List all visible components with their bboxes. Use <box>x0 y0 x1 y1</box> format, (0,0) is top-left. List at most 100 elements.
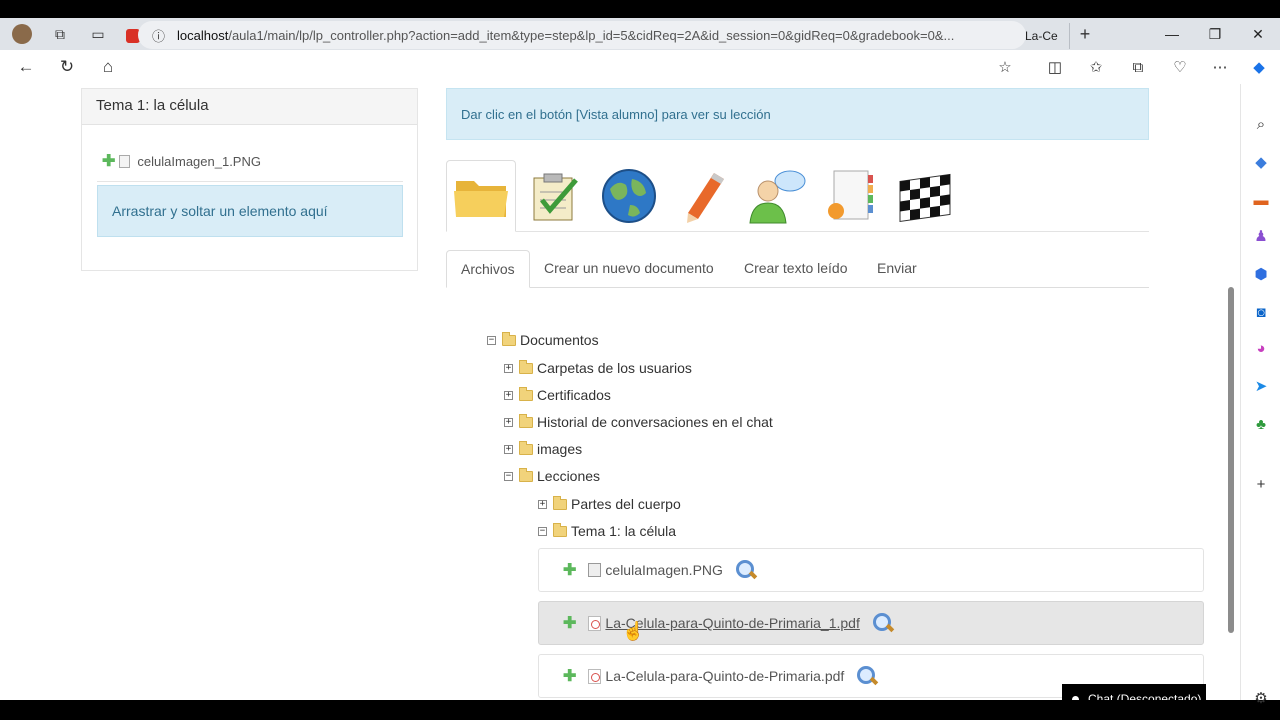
drop-zone[interactable]: Arrastrar y soltar un elemento aquí <box>97 185 403 237</box>
tree-node-images[interactable]: + images <box>504 439 582 459</box>
new-tab-button[interactable]: + <box>1070 24 1100 45</box>
file-name[interactable]: celulaImagen.PNG <box>605 562 723 578</box>
preview-magnifier-icon[interactable] <box>735 559 757 581</box>
scrollbar-thumb[interactable] <box>1228 287 1234 633</box>
file-item[interactable]: ✚ celulaImagen.PNG <box>538 548 1204 592</box>
back-button[interactable]: ← <box>8 52 44 82</box>
folder-icon <box>519 359 533 374</box>
preview-magnifier-icon[interactable] <box>856 665 878 687</box>
designer-icon[interactable]: ◕ <box>1251 338 1271 358</box>
assignments-button[interactable] <box>668 160 738 232</box>
folder-icon <box>553 495 567 510</box>
minimize-button[interactable]: — <box>1150 18 1194 50</box>
tree-node-carpetas[interactable]: + Carpetas de los usuarios <box>504 358 692 378</box>
add-to-lp-icon[interactable]: ✚ <box>563 613 576 633</box>
add-to-lp-icon[interactable]: ✚ <box>563 560 576 580</box>
url-host: localhost <box>177 27 229 43</box>
tree-node-partes-cuerpo[interactable]: + Partes del cuerpo <box>538 494 681 514</box>
edge-sidebar: ⌕ ◆ ▬ ♟ ⬢ ◙ ◕ ➤ ♣ + ⚙ <box>1240 84 1280 707</box>
outlook-icon[interactable]: ◙ <box>1251 302 1271 322</box>
browser-essentials-icon[interactable]: ♡ <box>1165 52 1195 82</box>
collapse-icon[interactable]: − <box>504 471 513 481</box>
copilot-icon[interactable]: ◆ <box>1244 52 1274 82</box>
tree-node-label: Lecciones <box>537 468 601 484</box>
tab-actions-icon[interactable]: ▭ <box>76 26 120 43</box>
home-button[interactable]: ⌂ <box>90 52 126 82</box>
games-icon[interactable]: ♟ <box>1251 226 1271 246</box>
tree-node-certificados[interactable]: + Certificados <box>504 385 611 405</box>
page-content: Tema 1: la célula ✚ celulaImagen_1.PNG A… <box>0 88 1238 700</box>
shopping-tag-icon[interactable]: ◆ <box>1251 152 1271 172</box>
folder-icon <box>519 386 533 401</box>
m365-icon[interactable]: ⬢ <box>1251 264 1271 284</box>
more-menu-icon[interactable]: ⋯ <box>1205 52 1235 82</box>
settings-gear-icon[interactable]: ⚙ <box>1251 688 1271 708</box>
document-tabs: Archivos Crear un nuevo documento Crear … <box>446 250 1149 288</box>
preview-magnifier-icon[interactable] <box>872 612 894 634</box>
close-window-button[interactable]: ✕ <box>1236 18 1280 50</box>
hand-cursor-icon: ☝ <box>622 621 645 641</box>
search-icon[interactable]: ⌕ <box>1251 114 1271 134</box>
expand-icon[interactable]: + <box>504 444 513 454</box>
links-button[interactable] <box>594 160 664 232</box>
page-scrollbar[interactable] <box>1225 102 1237 700</box>
document-star-icon <box>828 170 873 220</box>
tree-node-tema-1[interactable]: − Tema 1: la célula <box>538 521 676 541</box>
lp-outline-panel: Tema 1: la célula ✚ celulaImagen_1.PNG A… <box>81 88 418 271</box>
profile-avatar[interactable] <box>0 18 44 50</box>
folder-icon <box>519 413 533 428</box>
status-dot-icon <box>1072 695 1079 700</box>
user-chat-icon <box>749 170 806 224</box>
globe-icon <box>602 169 656 223</box>
tree-node-label: Historial de conversaciones en el chat <box>537 414 773 430</box>
favorite-star-icon[interactable]: ☆ <box>990 52 1020 82</box>
collections-icon[interactable]: ⧉ <box>1123 52 1153 82</box>
add-sidebar-icon[interactable]: + <box>1251 474 1271 494</box>
file-name[interactable]: La-Celula-para-Quinto-de-Primaria.pdf <box>605 668 844 684</box>
quiz-button[interactable] <box>816 160 886 232</box>
split-screen-icon[interactable]: ◫ <box>1040 52 1070 82</box>
tree-node-label: Carpetas de los usuarios <box>537 360 692 376</box>
tree-node-label: Certificados <box>537 387 611 403</box>
url-field[interactable]: ⓘ localhost/aula1/main/lp/lp_controller.… <box>138 21 1026 49</box>
tree-icon[interactable]: ♣ <box>1251 414 1271 434</box>
workspaces-icon[interactable]: ⧉ <box>44 26 76 43</box>
send-icon[interactable]: ➤ <box>1251 376 1271 396</box>
expand-icon[interactable]: + <box>504 417 513 427</box>
finish-button[interactable] <box>890 160 960 232</box>
favorites-icon[interactable]: ✩ <box>1081 52 1111 82</box>
chat-widget[interactable]: Chat (Desconectado) <box>1062 684 1206 700</box>
expand-icon[interactable]: + <box>504 363 513 373</box>
image-file-icon <box>588 563 602 577</box>
expand-icon[interactable]: + <box>504 390 513 400</box>
reload-button[interactable]: ↻ <box>49 52 85 82</box>
tree-node-label: Partes del cuerpo <box>571 496 681 512</box>
tree-node-documentos[interactable]: − Documentos <box>487 330 599 350</box>
collapse-icon[interactable]: − <box>538 526 547 536</box>
info-icon[interactable]: ⓘ <box>152 26 165 45</box>
outline-item-label: celulaImagen_1.PNG <box>137 153 261 169</box>
add-to-lp-icon[interactable]: ✚ <box>563 666 576 686</box>
tab-archivos[interactable]: Archivos <box>446 250 530 288</box>
tab-crear-documento[interactable]: Crear un nuevo documento <box>530 250 728 288</box>
url-path: /aula1/main/lp/lp_controller.php?action=… <box>228 27 955 43</box>
pdf-file-icon <box>588 615 602 631</box>
outline-item[interactable]: ✚ celulaImagen_1.PNG <box>102 151 261 171</box>
tab-enviar[interactable]: Enviar <box>863 250 931 288</box>
divider <box>97 181 403 182</box>
pencil-icon <box>687 173 724 223</box>
file-icon <box>119 154 131 168</box>
tree-node-label: Documentos <box>520 332 599 348</box>
forum-button[interactable] <box>742 160 812 232</box>
expand-icon[interactable]: + <box>538 499 547 509</box>
tree-node-historial[interactable]: + Historial de conversaciones en el chat <box>504 412 773 432</box>
documents-button[interactable] <box>446 160 516 232</box>
tree-node-lecciones[interactable]: − Lecciones <box>504 466 600 486</box>
collapse-icon[interactable]: − <box>487 335 496 345</box>
tab-crear-texto-leido[interactable]: Crear texto leído <box>730 250 862 288</box>
tab-label: La-Ce <box>1025 29 1058 43</box>
info-alert: Dar clic en el botón [Vista alumno] para… <box>446 88 1149 140</box>
tools-icon[interactable]: ▬ <box>1251 190 1271 210</box>
restore-button[interactable]: ❐ <box>1193 18 1237 50</box>
exercises-button[interactable] <box>520 160 590 232</box>
